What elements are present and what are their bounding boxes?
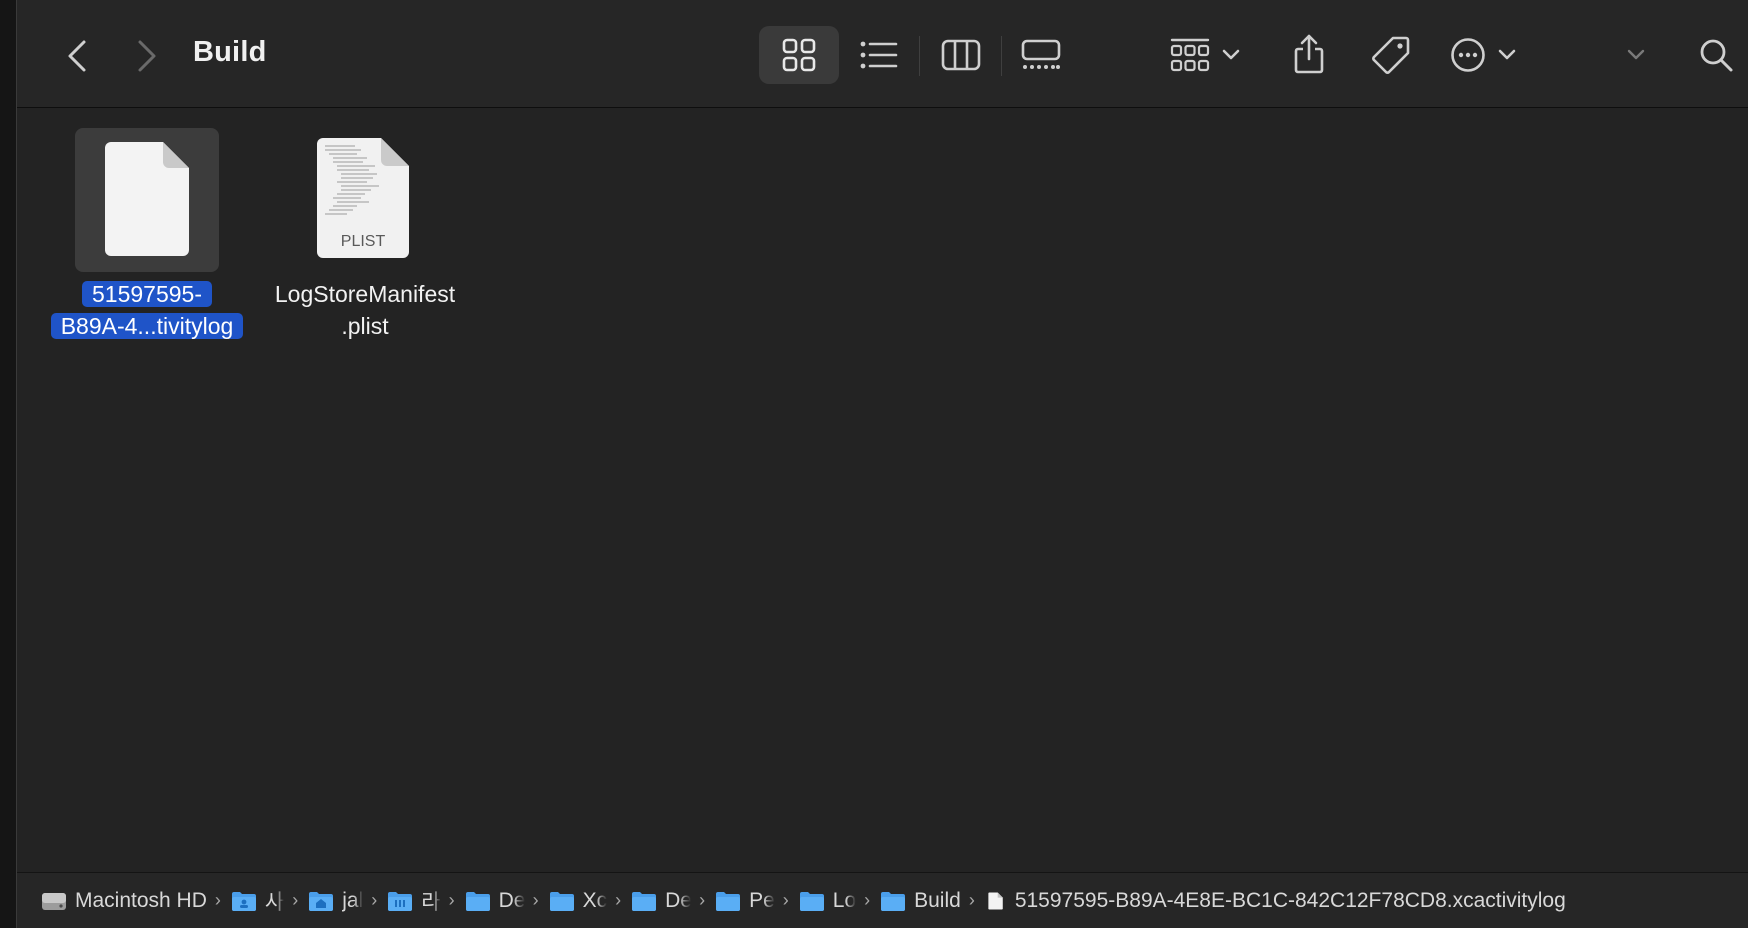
path-item-library-folder[interactable]: 라 › — [387, 886, 464, 916]
file-browser-content[interactable]: 51597595- B89A-4...tivitylog PLIST LogSt… — [17, 108, 1748, 872]
share-button[interactable] — [1287, 30, 1331, 78]
chevron-down-icon — [1498, 49, 1516, 60]
path-separator: › — [968, 890, 975, 910]
file-item-activitylog[interactable]: 51597595- B89A-4...tivitylog — [37, 128, 257, 342]
folder-icon — [716, 891, 741, 911]
toolbar: Build — [17, 0, 1748, 108]
folder-icon — [632, 891, 657, 911]
path-separator: › — [214, 890, 221, 910]
left-window-edge — [0, 0, 16, 928]
file-name: LogStoreManifest .plist — [255, 278, 475, 342]
user-folder-icon — [231, 891, 256, 911]
columns-icon — [941, 39, 981, 71]
toolbar-separator — [1001, 36, 1002, 76]
hard-drive-icon — [42, 892, 66, 910]
tag-icon — [1372, 36, 1410, 74]
gallery-view-button[interactable] — [1017, 34, 1065, 76]
path-separator: › — [615, 890, 622, 910]
path-separator: › — [699, 890, 706, 910]
icon-view-button[interactable] — [775, 34, 823, 76]
path-item-folder[interactable]: Lo › — [799, 889, 880, 913]
path-item-home-folder[interactable]: jal › — [308, 889, 387, 913]
folder-icon — [465, 891, 490, 911]
path-separator: › — [448, 890, 455, 910]
file-name-line1: LogStoreManifest — [274, 281, 456, 307]
home-folder-icon — [309, 891, 334, 911]
path-separator: › — [292, 890, 299, 910]
window-title: Build — [193, 36, 267, 68]
forward-button[interactable] — [127, 33, 167, 79]
tags-button[interactable] — [1367, 32, 1415, 78]
action-button[interactable] — [1443, 34, 1523, 76]
file-name-line2: B89A-4...tivitylog — [50, 313, 244, 339]
plist-badge: PLIST — [341, 233, 386, 250]
document-icon — [988, 892, 1003, 909]
list-view-button[interactable] — [855, 34, 903, 76]
blank-document-icon — [105, 142, 189, 256]
column-view-button[interactable] — [937, 34, 985, 76]
path-item-folder[interactable]: De › — [465, 889, 549, 913]
path-separator: › — [782, 890, 789, 910]
path-item-macintosh-hd[interactable]: Macintosh HD › — [41, 889, 231, 913]
folder-icon — [799, 891, 824, 911]
chevron-down-icon — [1222, 49, 1240, 60]
file-thumbnail: PLIST — [293, 128, 437, 272]
path-separator: › — [864, 890, 871, 910]
path-separator: › — [532, 890, 539, 910]
toolbar-overflow-button[interactable] — [1621, 38, 1651, 72]
path-item-folder[interactable]: De › — [631, 889, 715, 913]
list-icon — [860, 41, 898, 69]
path-item-build[interactable]: Build › — [880, 889, 985, 913]
group-icon — [1170, 38, 1210, 72]
path-bar: Macintosh HD › 사 › jal › 라 › De › Xc › D… — [17, 872, 1748, 928]
file-item-plist[interactable]: PLIST LogStoreManifest .plist — [255, 128, 475, 342]
back-button[interactable] — [57, 33, 97, 79]
chevron-right-icon — [138, 40, 156, 72]
ellipsis-circle-icon — [1451, 38, 1485, 72]
file-name-line1: 51597595- — [82, 281, 212, 307]
gallery-icon — [1021, 39, 1061, 69]
share-icon — [1294, 34, 1324, 74]
toolbar-separator — [919, 36, 920, 76]
path-item-folder[interactable]: Pe › — [715, 889, 799, 913]
path-separator: › — [371, 890, 378, 910]
folder-icon — [881, 891, 906, 911]
path-item-folder[interactable]: Xc › — [549, 889, 632, 913]
folder-icon — [549, 891, 574, 911]
path-item-activitylog[interactable]: 51597595-B89A-4E8E-BC1C-842C12F78CD8.xca… — [985, 889, 1566, 913]
file-thumbnail — [75, 128, 219, 272]
group-button[interactable] — [1165, 34, 1245, 76]
file-name-line2: .plist — [341, 313, 389, 339]
chevron-left-icon — [68, 40, 86, 72]
plist-document-icon: PLIST — [317, 138, 409, 258]
library-folder-icon — [388, 891, 413, 911]
chevron-down-icon — [1627, 49, 1645, 60]
path-item-user-folder[interactable]: 사 › — [231, 886, 308, 916]
search-icon — [1700, 39, 1733, 72]
grid-icon — [782, 38, 816, 72]
search-button[interactable] — [1693, 32, 1739, 78]
finder-window: Build 51597595- B89A-4...tivitylog PLIST… — [16, 0, 1748, 928]
file-name: 51597595- B89A-4...tivitylog — [37, 278, 257, 342]
